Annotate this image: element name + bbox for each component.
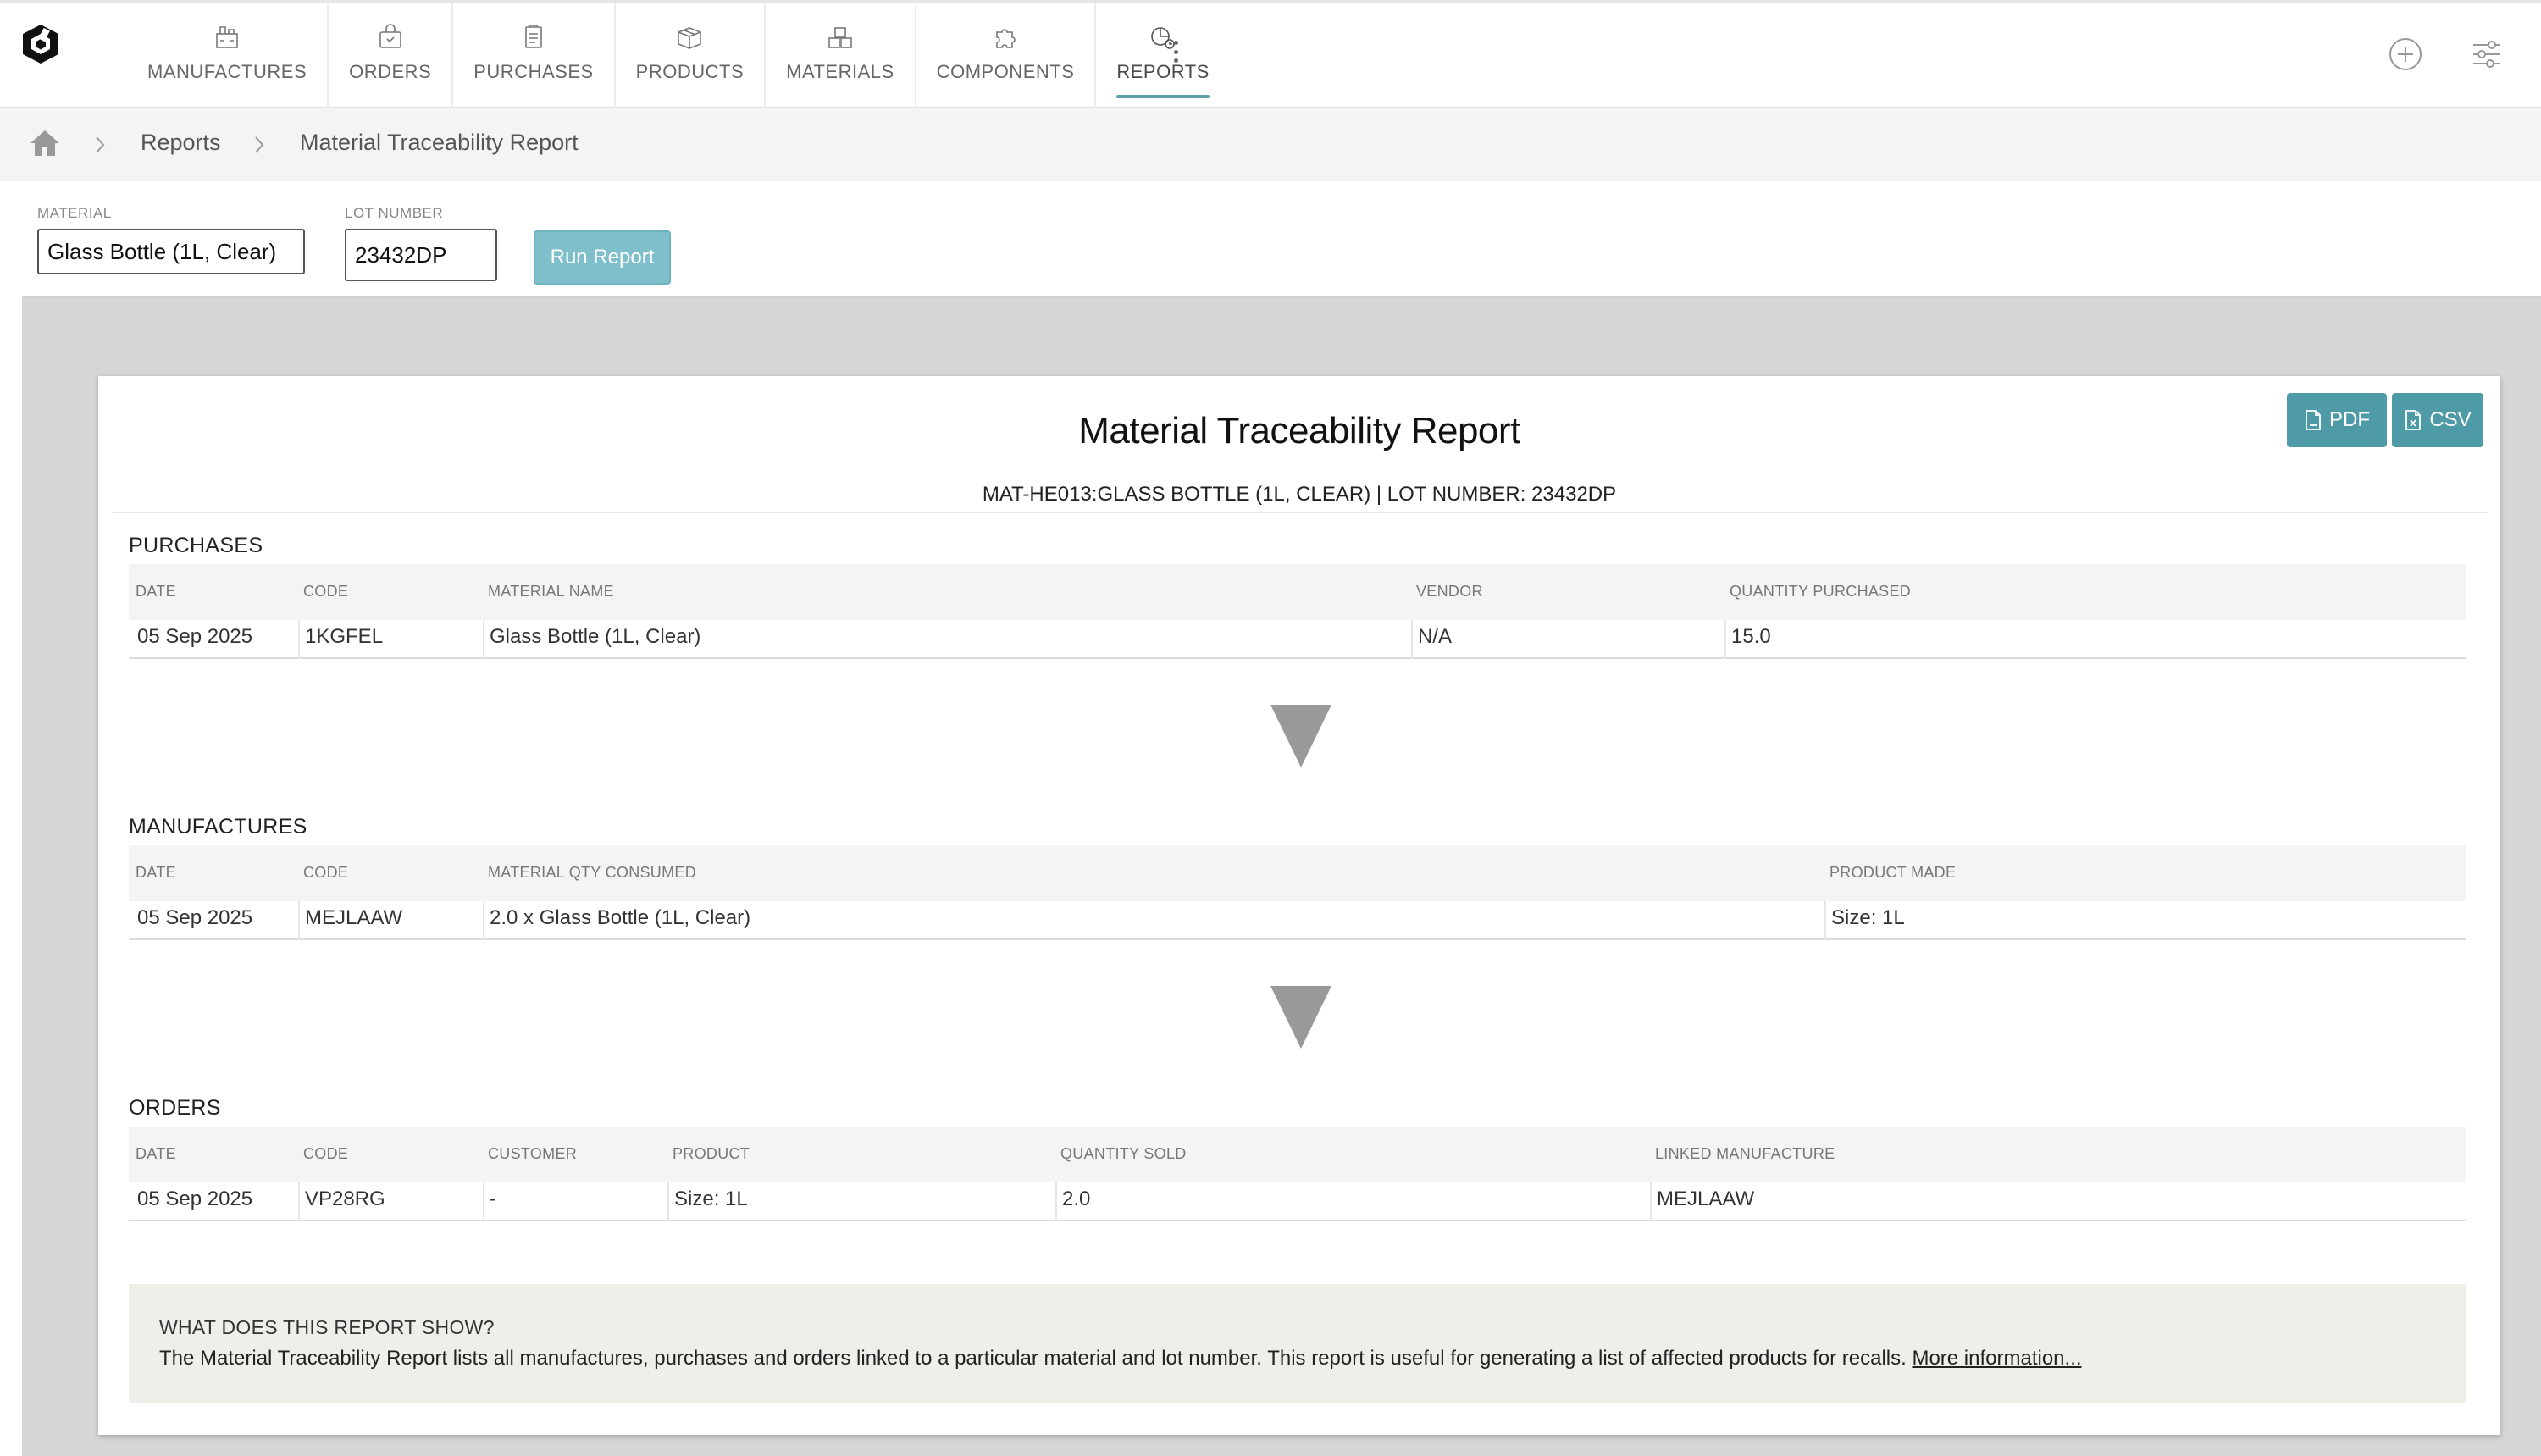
- column-header: QUANTITY SOLD: [1060, 1145, 1187, 1162]
- top-navigation-bar: MANUFACTURES ORDERS PURCHASES PRODUCTS M…: [0, 0, 2541, 108]
- cell-date: 05 Sep 2025: [137, 1187, 253, 1210]
- run-report-button[interactable]: Run Report: [534, 230, 671, 285]
- column-header: DATE: [136, 583, 176, 600]
- manufactures-table-header: DATE CODE MATERIAL QTY CONSUMED PRODUCT …: [129, 845, 2466, 901]
- cell-quantity: 15.0: [1731, 625, 1771, 648]
- nav-label: REPORTS: [1116, 61, 1210, 82]
- nav-item-orders[interactable]: ORDERS: [329, 3, 454, 108]
- column-header: MATERIAL QTY CONSUMED: [488, 864, 696, 881]
- flow-arrow-down-icon: [1270, 705, 1331, 767]
- column-header: CODE: [303, 1145, 349, 1162]
- manufactures-section-title: MANUFACTURES: [129, 815, 307, 839]
- cell-customer: -: [490, 1187, 496, 1210]
- column-header: PRODUCT MADE: [1830, 864, 1957, 881]
- info-text: The Material Traceability Report lists a…: [159, 1347, 2082, 1370]
- column-header: VENDOR: [1416, 583, 1483, 600]
- factory-icon: [216, 26, 238, 48]
- puzzle-icon: [996, 29, 1016, 48]
- purchases-section-title: PURCHASES: [129, 534, 263, 557]
- column-header: CODE: [303, 864, 349, 881]
- more-menu-icon[interactable]: [1167, 39, 1184, 64]
- nav-label: ORDERS: [349, 61, 432, 82]
- column-header: PRODUCT: [673, 1145, 750, 1162]
- nav-item-materials[interactable]: MATERIALS: [766, 3, 916, 108]
- table-row: 05 Sep 2025 MEJLAAW 2.0 x Glass Bottle (…: [129, 901, 2466, 940]
- nav-label: COMPONENTS: [936, 61, 1075, 82]
- add-circle-icon[interactable]: [2387, 36, 2424, 73]
- breadcrumb-item-reports[interactable]: Reports: [141, 130, 221, 156]
- nav-label: PRODUCTS: [635, 61, 745, 82]
- orders-section-title: ORDERS: [129, 1096, 221, 1120]
- order-product-link[interactable]: Size: 1L: [674, 1187, 748, 1211]
- table-row: 05 Sep 2025 1KGFEL Glass Bottle (1L, Cle…: [129, 620, 2466, 659]
- material-label: MATERIAL: [37, 205, 112, 221]
- purchase-code-link[interactable]: 1KGFEL: [305, 625, 383, 649]
- lot-number-input[interactable]: [345, 229, 497, 281]
- chevron-right-icon: [96, 136, 105, 153]
- cell-quantity-sold: 2.0: [1062, 1187, 1091, 1210]
- flow-arrow-down-icon: [1270, 986, 1331, 1049]
- purchases-table-header: DATE CODE MATERIAL NAME VENDOR QUANTITY …: [129, 564, 2466, 620]
- box-icon: [678, 27, 702, 49]
- orders-table-header: DATE CODE CUSTOMER PRODUCT QUANTITY SOLD…: [129, 1127, 2466, 1182]
- breadcrumb-item-current: Material Traceability Report: [300, 130, 579, 155]
- column-header: LINKED MANUFACTURE: [1655, 1145, 1835, 1162]
- boxes-icon: [828, 27, 852, 48]
- column-header: QUANTITY PURCHASED: [1730, 583, 1912, 600]
- nav-item-products[interactable]: PRODUCTS: [616, 3, 767, 108]
- cell-product-made: Size: 1L: [1831, 906, 1905, 929]
- report-title: Material Traceability Report: [1078, 410, 1520, 451]
- report-card: PDF CSV Material Traceability Report MAT…: [98, 376, 2500, 1435]
- cell-material-name: Glass Bottle (1L, Clear): [490, 625, 701, 648]
- settings-sliders-icon[interactable]: [2468, 36, 2505, 73]
- cell-date: 05 Sep 2025: [137, 625, 253, 648]
- nav-label: MATERIALS: [786, 61, 894, 82]
- manufacture-code-link[interactable]: MEJLAAW: [305, 906, 402, 930]
- nav-item-purchases[interactable]: PURCHASES: [453, 3, 616, 108]
- nav-label: MANUFACTURES: [147, 61, 307, 82]
- cell-material-qty-consumed: 2.0 x Glass Bottle (1L, Clear): [490, 906, 751, 929]
- cell-date: 05 Sep 2025: [137, 906, 253, 929]
- breadcrumb: Reports Material Traceability Report: [0, 108, 2541, 181]
- material-input[interactable]: [37, 229, 305, 274]
- report-subtitle: MAT-HE013:GLASS BOTTLE (1L, CLEAR) | LOT…: [982, 483, 1617, 506]
- nav-item-reports[interactable]: REPORTS: [1096, 3, 1229, 108]
- column-header: DATE: [136, 1145, 176, 1162]
- table-row: 05 Sep 2025 VP28RG - Size: 1L 2.0 MEJLAA…: [129, 1182, 2466, 1221]
- app-logo-icon[interactable]: [19, 22, 63, 66]
- nav-label: PURCHASES: [473, 61, 594, 82]
- info-description: The Material Traceability Report lists a…: [159, 1347, 1907, 1370]
- home-icon[interactable]: [29, 129, 61, 158]
- nav-item-components[interactable]: COMPONENTS: [916, 3, 1097, 108]
- order-code-link[interactable]: VP28RG: [305, 1187, 385, 1211]
- cell-vendor: N/A: [1418, 625, 1453, 648]
- column-header: CUSTOMER: [488, 1145, 578, 1162]
- more-information-link[interactable]: More information...: [1912, 1347, 2081, 1370]
- column-header: MATERIAL NAME: [488, 583, 614, 600]
- report-info-box: WHAT DOES THIS REPORT SHOW? The Material…: [129, 1284, 2466, 1403]
- linked-manufacture-link[interactable]: MEJLAAW: [1657, 1187, 1754, 1211]
- report-filter-bar: MATERIAL LOT NUMBER Run Report: [22, 181, 2541, 298]
- chevron-right-icon: [255, 136, 264, 153]
- nav-item-manufactures[interactable]: MANUFACTURES: [127, 3, 329, 108]
- divider: [112, 512, 2487, 513]
- clipboard-icon: [525, 25, 542, 48]
- main-nav: MANUFACTURES ORDERS PURCHASES PRODUCTS M…: [127, 3, 1230, 108]
- column-header: CODE: [303, 583, 349, 600]
- column-header: DATE: [136, 864, 176, 881]
- lot-number-label: LOT NUMBER: [345, 205, 444, 221]
- info-title: WHAT DOES THIS REPORT SHOW?: [159, 1316, 495, 1338]
- cart-icon: [379, 24, 401, 48]
